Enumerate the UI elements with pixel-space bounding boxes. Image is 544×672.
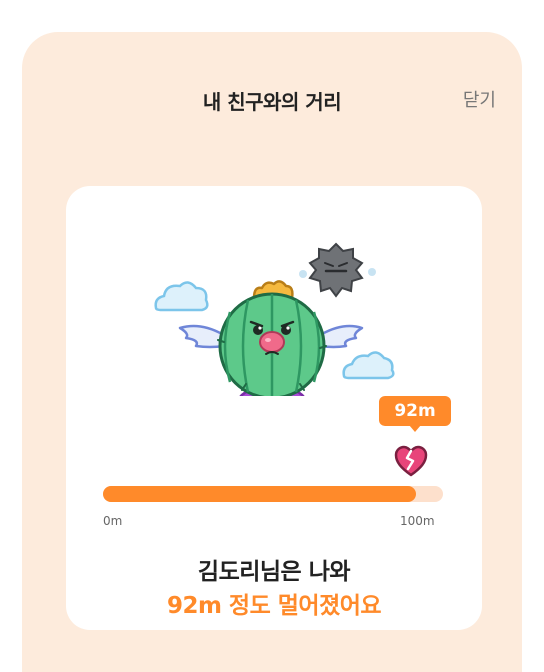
cloud-icon — [342, 351, 395, 380]
close-button[interactable]: 닫기 — [463, 86, 496, 112]
angry-cloud-icon — [299, 242, 376, 298]
broken-heart-icon — [394, 445, 428, 477]
scale-min-label: 0m — [103, 514, 123, 528]
cactus-character-illustration — [154, 242, 395, 396]
distance-bubble: 92m — [379, 396, 451, 426]
distance-bubble-tail — [409, 425, 421, 432]
distance-sheet: 내 친구와의 거리 닫기 92m 0m 100m 김도리님은 나와 92m 정도… — [22, 32, 522, 672]
distance-card: 92m 0m 100m 김도리님은 나와 92m 정도 멀어졌어요 — [66, 186, 482, 630]
scale-max-label: 100m — [400, 514, 435, 528]
distance-progress-fill — [103, 486, 416, 502]
distance-message-line1: 김도리님은 나와 — [197, 559, 351, 585]
distance-message-line2: 92m 정도 멀어졌어요 — [166, 593, 382, 619]
cloud-icon — [154, 281, 209, 312]
page-title: 내 친구와의 거리 — [202, 90, 342, 114]
distance-progress-track — [103, 486, 443, 502]
